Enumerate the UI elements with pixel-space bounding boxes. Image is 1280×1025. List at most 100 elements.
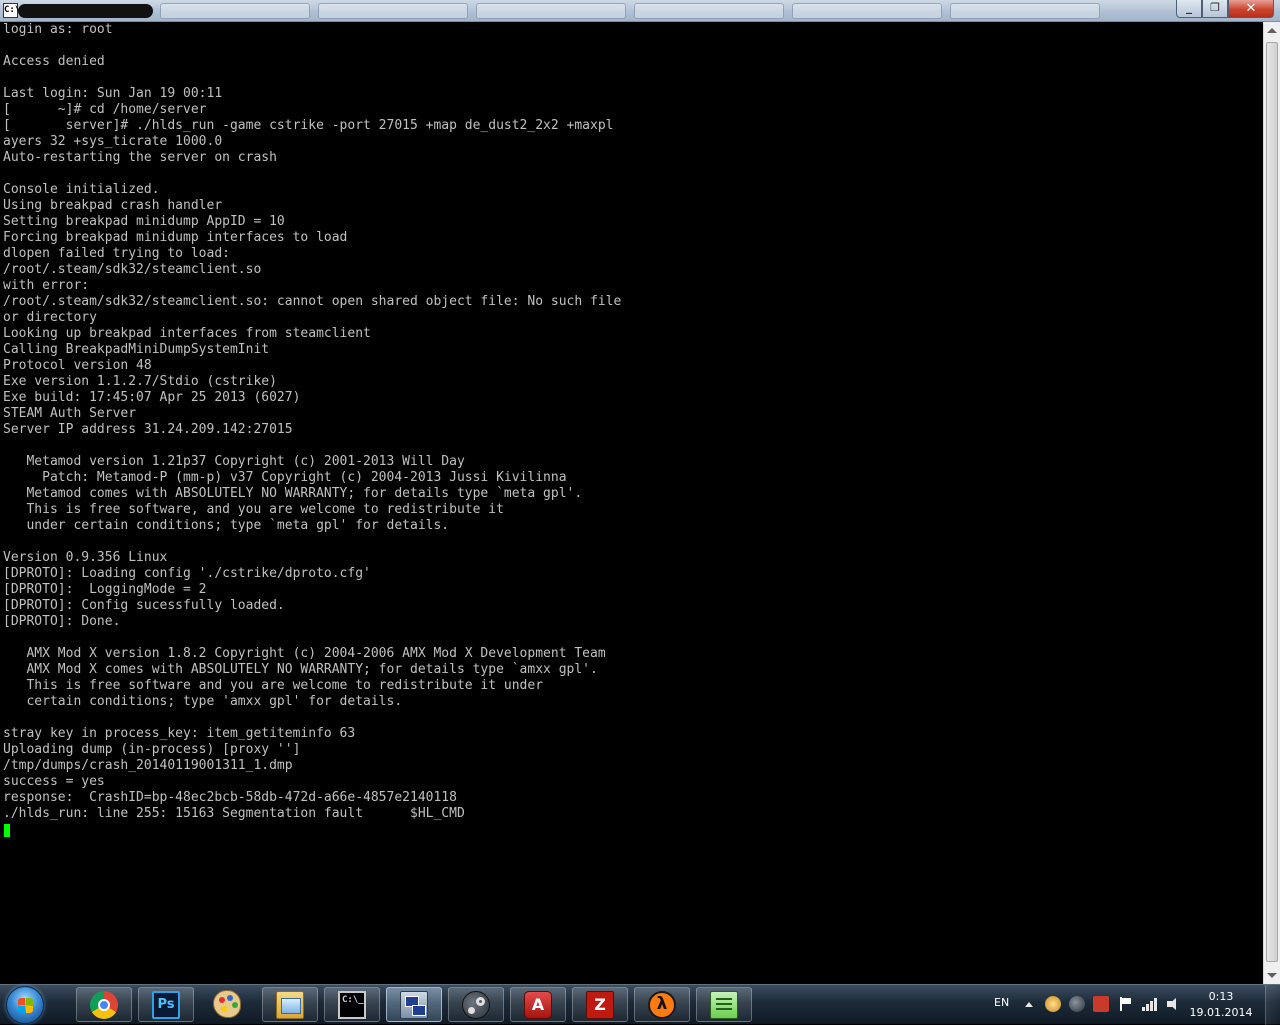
terminal-line: Exe version 1.1.2.7/Stdio (cstrike) <box>3 374 277 389</box>
terminal-line: Calling BreakpadMiniDumpSystemInit <box>3 342 270 357</box>
tray-security-icon[interactable] <box>1093 996 1109 1012</box>
terminal-line: login as: root <box>3 22 113 37</box>
terminal-line: Patch: Metamod-P (mm-p) v37 Copyright (c… <box>3 470 567 485</box>
taskbar-steam[interactable] <box>448 987 504 1022</box>
terminal-line: Protocol version 48 <box>3 358 152 373</box>
tray-app-icon[interactable] <box>1045 996 1061 1012</box>
terminal-line: [DPROTO]: Loading config './cstrike/dpro… <box>3 566 371 581</box>
terminal-line: /root/.steam/sdk32/steamclient.so: canno… <box>3 294 622 309</box>
taskbar-cmd[interactable]: C:\_ <box>324 987 380 1022</box>
terminal-lines: login as: root Access denied Last login: S… <box>0 22 1263 822</box>
tray-steam-icon[interactable] <box>1069 996 1085 1012</box>
terminal-line: stray key in process_key: item_getitemin… <box>3 726 356 741</box>
restore-icon: ❐ <box>1210 1 1220 14</box>
terminal-line: [DPROTO]: Config sucessfully loaded. <box>3 598 285 613</box>
taskbar-explorer[interactable] <box>262 987 318 1022</box>
terminal-line: This is free software, and you are welco… <box>3 502 504 517</box>
halflife-icon: λ <box>648 991 676 1019</box>
start-button[interactable] <box>6 986 44 1024</box>
cmd-icon: C:\_ <box>338 991 366 1019</box>
terminal-line: Using breakpad crash handler <box>3 198 223 213</box>
minimize-button[interactable]: _ <box>1176 0 1202 18</box>
action-center-flag-icon[interactable] <box>1117 996 1133 1012</box>
taskbar-putty[interactable] <box>386 987 442 1022</box>
taskbar-acrobat[interactable]: A <box>510 987 566 1022</box>
terminal-line: Server IP address 31.24.209.142:27015 <box>3 422 293 437</box>
acrobat-icon: A <box>524 991 552 1019</box>
terminal-line: Forcing breakpad minidump interfaces to … <box>3 230 348 245</box>
terminal-line: This is free software and you are welcom… <box>3 678 544 693</box>
folder-icon <box>276 991 304 1019</box>
terminal-line: certain conditions; type 'amxx gpl' for … <box>3 694 403 709</box>
show-desktop-button[interactable] <box>1265 985 1280 1025</box>
show-hidden-icons-arrow-icon[interactable] <box>1025 1002 1033 1007</box>
terminal-line: [DPROTO]: Done. <box>3 614 121 629</box>
photoshop-icon: Ps <box>152 991 180 1019</box>
title-redaction <box>18 4 153 18</box>
terminal-line: ayers 32 +sys_ticrate 1000.0 <box>3 134 223 149</box>
taskbar-paint[interactable] <box>200 987 256 1022</box>
terminal-line: Looking up breakpad interfaces from stea… <box>3 326 371 341</box>
close-icon: ✕ <box>1245 1 1257 16</box>
taskbar-halflife[interactable]: λ <box>634 987 690 1022</box>
terminal-line: Console initialized. <box>3 182 160 197</box>
volume-speaker-icon[interactable] <box>1165 996 1181 1012</box>
terminal-line: Exe build: 17:45:07 Apr 25 2013 (6027) <box>3 390 301 405</box>
language-indicator[interactable]: EN <box>994 996 1009 1009</box>
tray-clock[interactable]: 0:13 19.01.2014 <box>1186 989 1256 1021</box>
terminal-line: Version 0.9.356 Linux <box>3 550 168 565</box>
terminal-line: [DPROTO]: LoggingMode = 2 <box>3 582 207 597</box>
maximize-button[interactable]: ❐ <box>1202 0 1228 18</box>
terminal-line: Auto-restarting the server on crash <box>3 150 277 165</box>
terminal-line: /tmp/dumps/crash_20140119001311_1.dmp <box>3 758 293 773</box>
terminal-line: Uploading dump (in-process) [proxy ''] <box>3 742 301 757</box>
terminal-line: Metamod comes with ABSOLUTELY NO WARRANT… <box>3 486 583 501</box>
putty-window-icon[interactable]: C:\ <box>3 3 20 18</box>
terminal-line: Metamod version 1.21p37 Copyright (c) 20… <box>3 454 465 469</box>
window-title-bar[interactable]: C:\ _ ❐ ✕ <box>0 0 1280 22</box>
taskbar-notepad[interactable] <box>696 987 752 1022</box>
terminal-line: dlopen failed trying to load: <box>3 246 230 261</box>
scrollbar-thumb[interactable] <box>1266 42 1278 962</box>
taskbar-filezilla[interactable]: Z <box>572 987 628 1022</box>
putty-icon <box>400 991 428 1019</box>
palette-icon <box>213 990 241 1018</box>
terminal-line: AMX Mod X version 1.8.2 Copyright (c) 20… <box>3 646 606 661</box>
scroll-down-arrow-icon[interactable] <box>1267 973 1277 978</box>
terminal-line: STEAM Auth Server <box>3 406 137 421</box>
steam-icon <box>462 991 490 1019</box>
scroll-up-arrow-icon[interactable] <box>1267 28 1277 33</box>
taskbar-chrome[interactable] <box>76 987 132 1022</box>
terminal-cursor <box>4 824 10 837</box>
terminal-line: Last login: Sun Jan 19 00:11 <box>3 86 223 101</box>
filezilla-icon: Z <box>586 991 614 1019</box>
close-button[interactable]: ✕ <box>1228 0 1274 18</box>
clock-date: 19.01.2014 <box>1189 1006 1253 1019</box>
windows-logo-icon <box>18 998 34 1014</box>
terminal-scrollbar[interactable] <box>1263 22 1280 984</box>
taskbar-photoshop[interactable]: Ps <box>138 987 194 1022</box>
taskbar: Ps C:\_ A Z λ EN 0:13 19.01.2014 <box>0 984 1280 1025</box>
chrome-icon <box>90 991 118 1019</box>
terminal-line: response: CrashID=bp-48ec2bcb-58db-472d-… <box>3 790 457 805</box>
minimize-icon: _ <box>1186 0 1192 14</box>
notepad-icon <box>710 991 738 1019</box>
terminal-line: /root/.steam/sdk32/steamclient.so <box>3 262 262 277</box>
terminal-line: under certain conditions; type `meta gpl… <box>3 518 450 533</box>
terminal-line: or directory <box>3 310 97 325</box>
terminal-line: AMX Mod X comes with ABSOLUTELY NO WARRA… <box>3 662 598 677</box>
clock-time: 0:13 <box>1208 990 1234 1003</box>
terminal-line: Access denied <box>3 54 105 69</box>
terminal-line: success = yes <box>3 774 105 789</box>
system-tray: EN 0:13 19.01.2014 <box>970 985 1275 1025</box>
network-signal-icon[interactable] <box>1141 996 1157 1012</box>
terminal-line: ./hlds_run: line 255: 15163 Segmentation… <box>3 806 465 821</box>
terminal-output[interactable]: login as: root Access denied Last login: S… <box>0 22 1263 984</box>
terminal-line: [ ~]# cd /home/server <box>3 102 207 117</box>
